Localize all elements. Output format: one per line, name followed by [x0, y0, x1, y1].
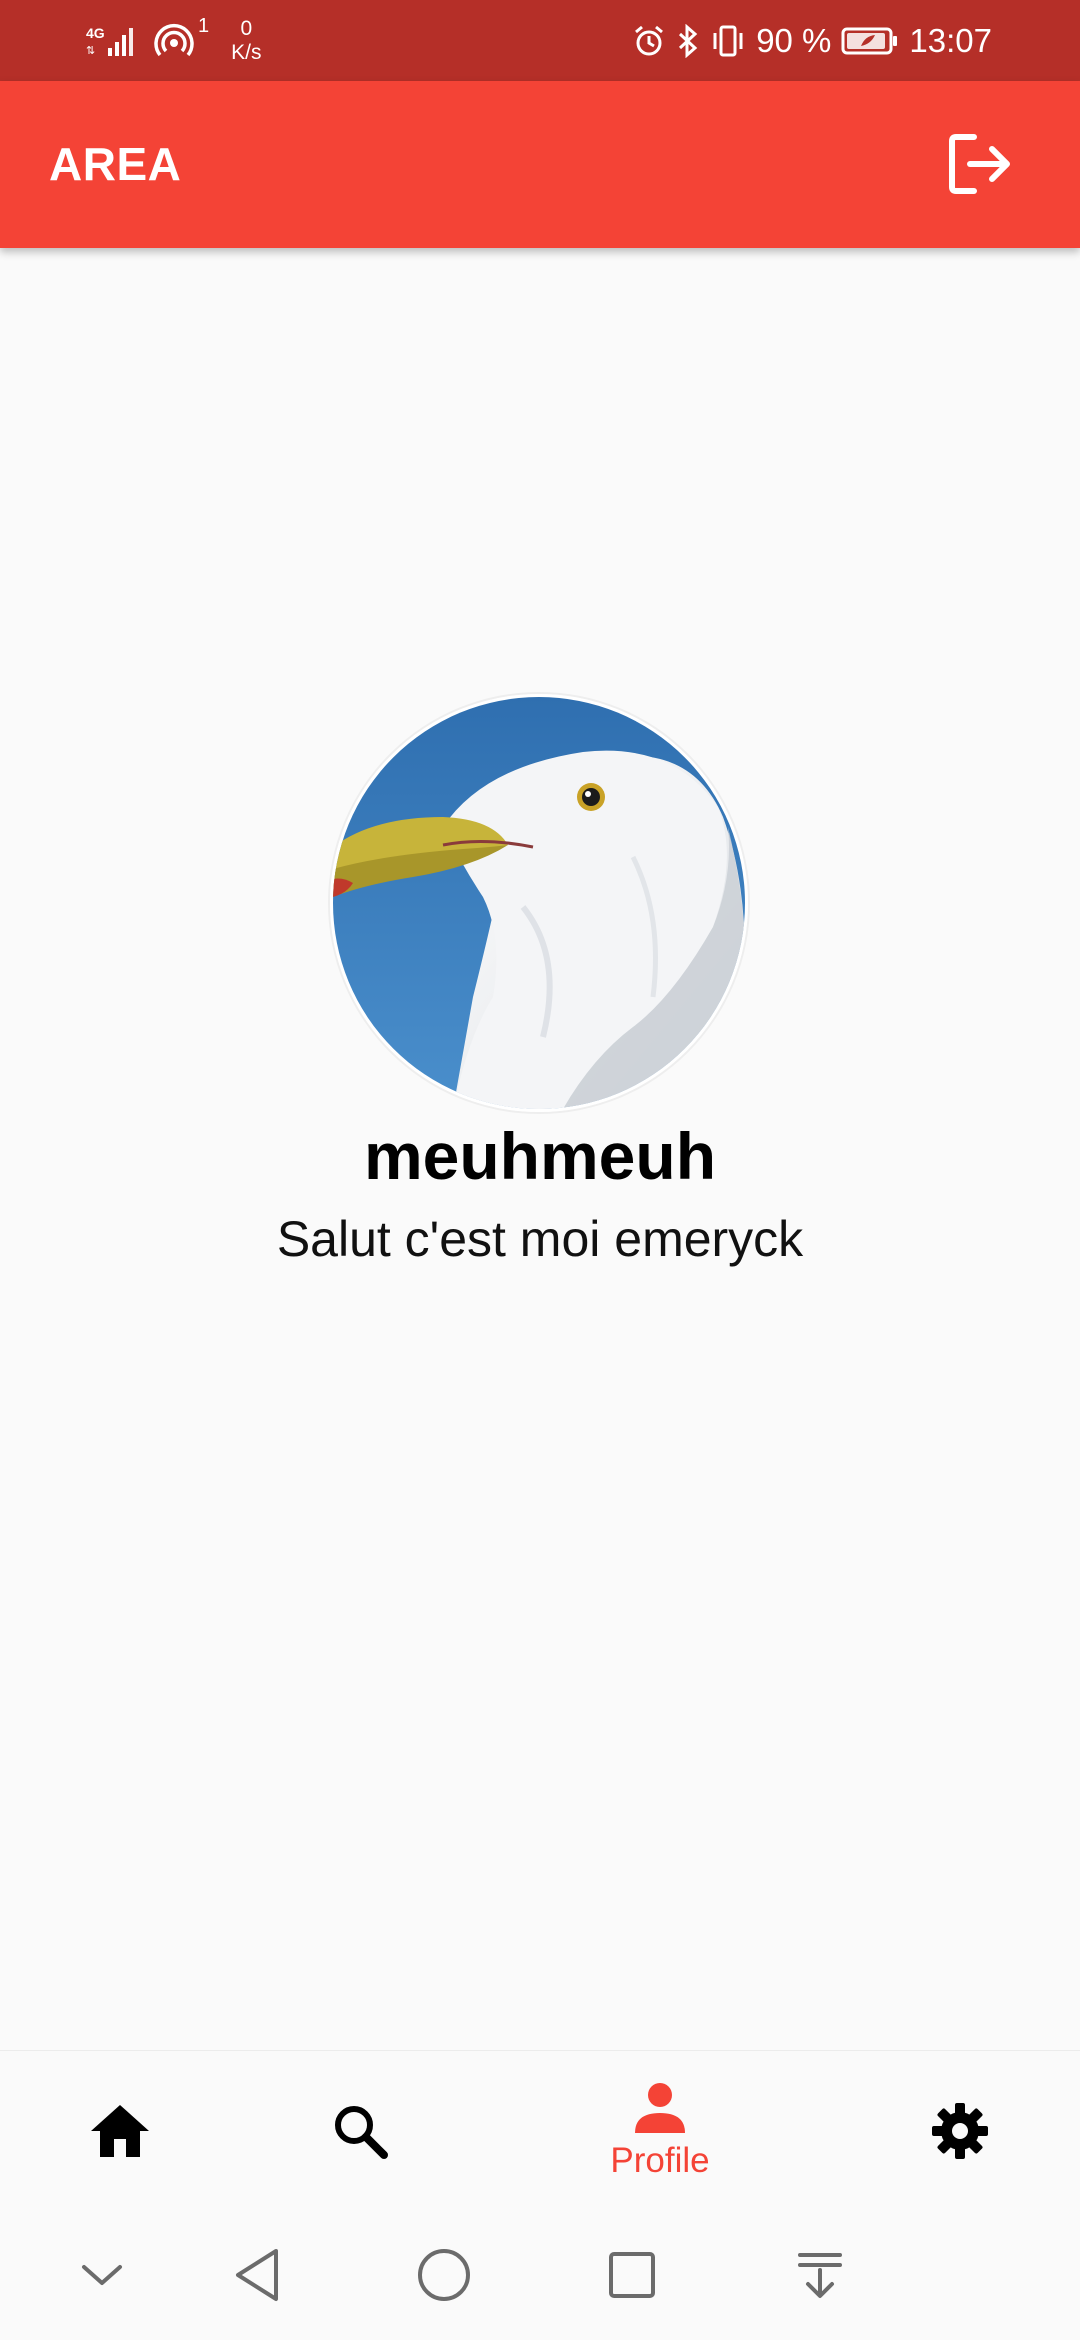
search-icon — [335, 2106, 388, 2159]
nav-home[interactable] — [60, 2051, 180, 2211]
avatar — [330, 694, 748, 1112]
username: meuhmeuh — [363, 1119, 717, 1193]
recents-icon — [609, 2252, 655, 2298]
speed-value: 0 — [240, 16, 253, 40]
logout-icon — [949, 134, 1010, 194]
notification-pull-button[interactable] — [775, 2210, 865, 2340]
signal-icon: 4G ⇅ — [86, 24, 140, 58]
home-icon — [91, 2105, 149, 2157]
app-bar: AREA — [0, 81, 1080, 248]
app-title: AREA — [49, 138, 182, 190]
status-bar-right: 90 % 13:07 — [632, 0, 992, 81]
hotspot-icon — [154, 21, 194, 61]
battery-percent: 90 % — [756, 21, 832, 59]
bottom-navigation: Profile — [0, 2050, 1080, 2210]
back-button[interactable] — [212, 2210, 302, 2340]
speed-unit: K/s — [231, 40, 262, 64]
network-speed: 0 K/s — [231, 17, 261, 65]
svg-text:4G: 4G — [86, 25, 105, 41]
hotspot-count: 1 — [198, 15, 210, 37]
nav-settings[interactable] — [900, 2051, 1020, 2211]
svg-text:⇅: ⇅ — [86, 44, 95, 57]
collapse-button[interactable] — [57, 2210, 147, 2340]
person-icon — [635, 2083, 685, 2133]
home-system-button[interactable] — [399, 2210, 489, 2340]
alarm-icon — [632, 24, 666, 58]
recents-button[interactable] — [587, 2210, 677, 2340]
back-icon — [236, 2249, 278, 2301]
chevron-down-icon — [82, 2265, 122, 2285]
status-bar-left: 4G ⇅ 1 0 K/s — [86, 0, 261, 81]
seagull-photo — [333, 697, 745, 1109]
logout-button[interactable] — [946, 131, 1016, 197]
nav-profile[interactable]: Profile — [580, 2051, 740, 2211]
clock: 13:07 — [909, 21, 992, 59]
bio: Salut c'est moi emeryck — [276, 1211, 804, 1267]
gear-icon — [932, 2103, 988, 2159]
notification-pull-icon — [798, 2253, 842, 2298]
nav-search[interactable] — [300, 2051, 420, 2211]
home-circle-icon — [418, 2249, 470, 2301]
profile-screen: 4G ⇅ 1 0 K/s 90 % 13:07 AREA meuhmeuh Sa… — [0, 0, 1080, 2340]
vibrate-icon — [710, 24, 746, 58]
status-bar: 4G ⇅ 1 0 K/s 90 % 13:07 — [0, 0, 1080, 81]
battery-icon — [841, 26, 899, 56]
nav-profile-label: Profile — [610, 2141, 710, 2180]
bluetooth-icon — [676, 23, 700, 58]
system-navigation — [0, 2210, 1080, 2340]
